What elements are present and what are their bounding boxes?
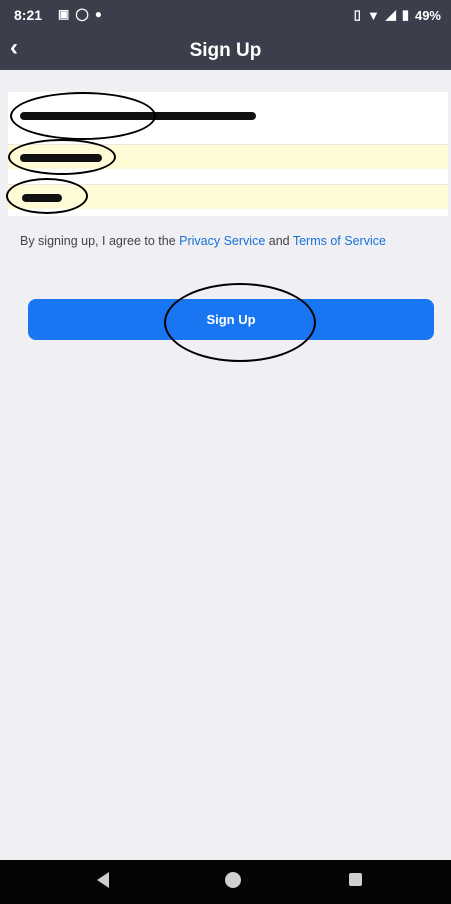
messenger-icon: ● (94, 7, 103, 21)
signup-form (6, 92, 448, 216)
whatsapp-icon: ◯ (75, 7, 89, 21)
notification-icons: ▣ ◯ ● (58, 7, 102, 21)
system-icons: ▯ ▼ ◢ ▮ 49% (354, 7, 441, 23)
recents-square-icon[interactable] (349, 873, 362, 886)
privacy-link[interactable]: Privacy Service (179, 234, 265, 248)
terms-middle: and (265, 234, 293, 248)
terms-text: By signing up, I agree to the Privacy Se… (20, 234, 440, 248)
annotation-circle (6, 178, 88, 214)
email-field[interactable] (8, 92, 448, 140)
annotation-circle (164, 283, 316, 362)
battery-icon: ▮ (401, 7, 409, 22)
annotation-circle (10, 92, 156, 140)
back-triangle-icon[interactable] (97, 872, 109, 888)
first-name-field[interactable] (8, 139, 448, 175)
app-bar: ‹ Sign Up (0, 30, 451, 70)
terms-prefix: By signing up, I agree to the (20, 234, 180, 248)
signal-icon: ◢ (385, 7, 396, 22)
vibrate-icon: ▯ (353, 7, 361, 22)
status-bar: 8:21 ▣ ◯ ● ▯ ▼ ◢ ▮ 49% (0, 0, 451, 30)
page-title: Sign Up (189, 40, 262, 61)
wifi-icon: ▼ (366, 7, 380, 23)
last-name-field[interactable] (6, 178, 448, 214)
terms-of-service-link[interactable]: Terms of Service (293, 234, 386, 248)
image-icon: ▣ (58, 7, 70, 21)
annotation-circle (8, 139, 116, 175)
system-nav-bar (0, 860, 451, 904)
battery-percent: 49% (414, 7, 441, 23)
spacer (0, 70, 451, 92)
home-circle-icon[interactable] (225, 872, 241, 888)
status-time: 8:21 (14, 7, 43, 23)
